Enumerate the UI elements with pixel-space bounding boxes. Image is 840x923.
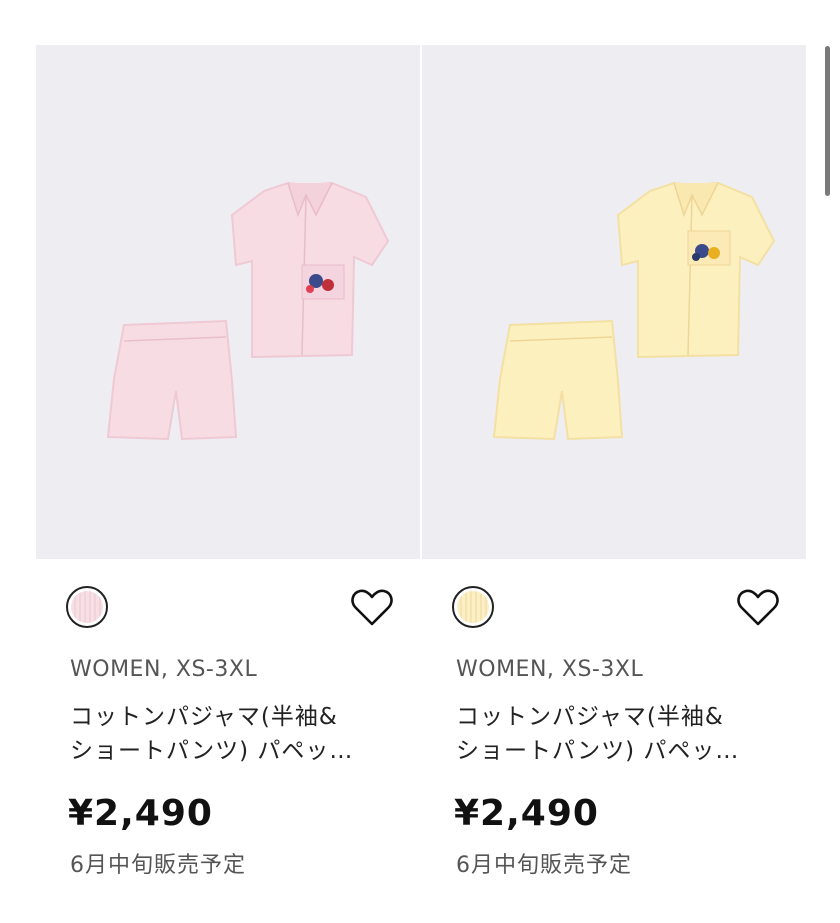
scrollbar[interactable] — [825, 46, 830, 196]
release-note: 6月中旬販売予定 — [70, 853, 246, 878]
swatch-fill — [71, 591, 103, 623]
product-name-line: コットンパジャマ(半袖& — [456, 704, 724, 730]
pajama-illustration — [492, 181, 776, 441]
heart-outline-icon[interactable] — [736, 588, 780, 628]
heart-outline-icon[interactable] — [350, 588, 394, 628]
product-image[interactable] — [422, 45, 806, 559]
product-name-line: コットンパジャマ(半袖& — [70, 704, 338, 730]
swatch-fill — [457, 591, 489, 623]
color-swatch[interactable] — [66, 586, 108, 628]
product-category-sizes: WOMEN, XS-3XL — [70, 657, 258, 682]
product-card[interactable]: WOMEN, XS-3XL コットンパジャマ(半袖& ショートパンツ) パペッ…… — [36, 45, 420, 923]
product-name[interactable]: コットンパジャマ(半袖& ショートパンツ) パペッ… — [70, 700, 400, 768]
product-card[interactable]: WOMEN, XS-3XL コットンパジャマ(半袖& ショートパンツ) パペッ…… — [422, 45, 806, 923]
product-price: ¥2,490 — [454, 793, 599, 834]
pajama-illustration — [106, 181, 390, 441]
release-note: 6月中旬販売予定 — [456, 853, 632, 878]
product-name-line: ショートパンツ) パペッ… — [70, 738, 354, 764]
product-name[interactable]: コットンパジャマ(半袖& ショートパンツ) パペッ… — [456, 700, 786, 768]
product-name-line: ショートパンツ) パペッ… — [456, 738, 740, 764]
product-image[interactable] — [36, 45, 420, 559]
product-grid: WOMEN, XS-3XL コットンパジャマ(半袖& ショートパンツ) パペッ…… — [36, 45, 806, 923]
product-price: ¥2,490 — [68, 793, 213, 834]
color-swatch[interactable] — [452, 586, 494, 628]
product-category-sizes: WOMEN, XS-3XL — [456, 657, 644, 682]
